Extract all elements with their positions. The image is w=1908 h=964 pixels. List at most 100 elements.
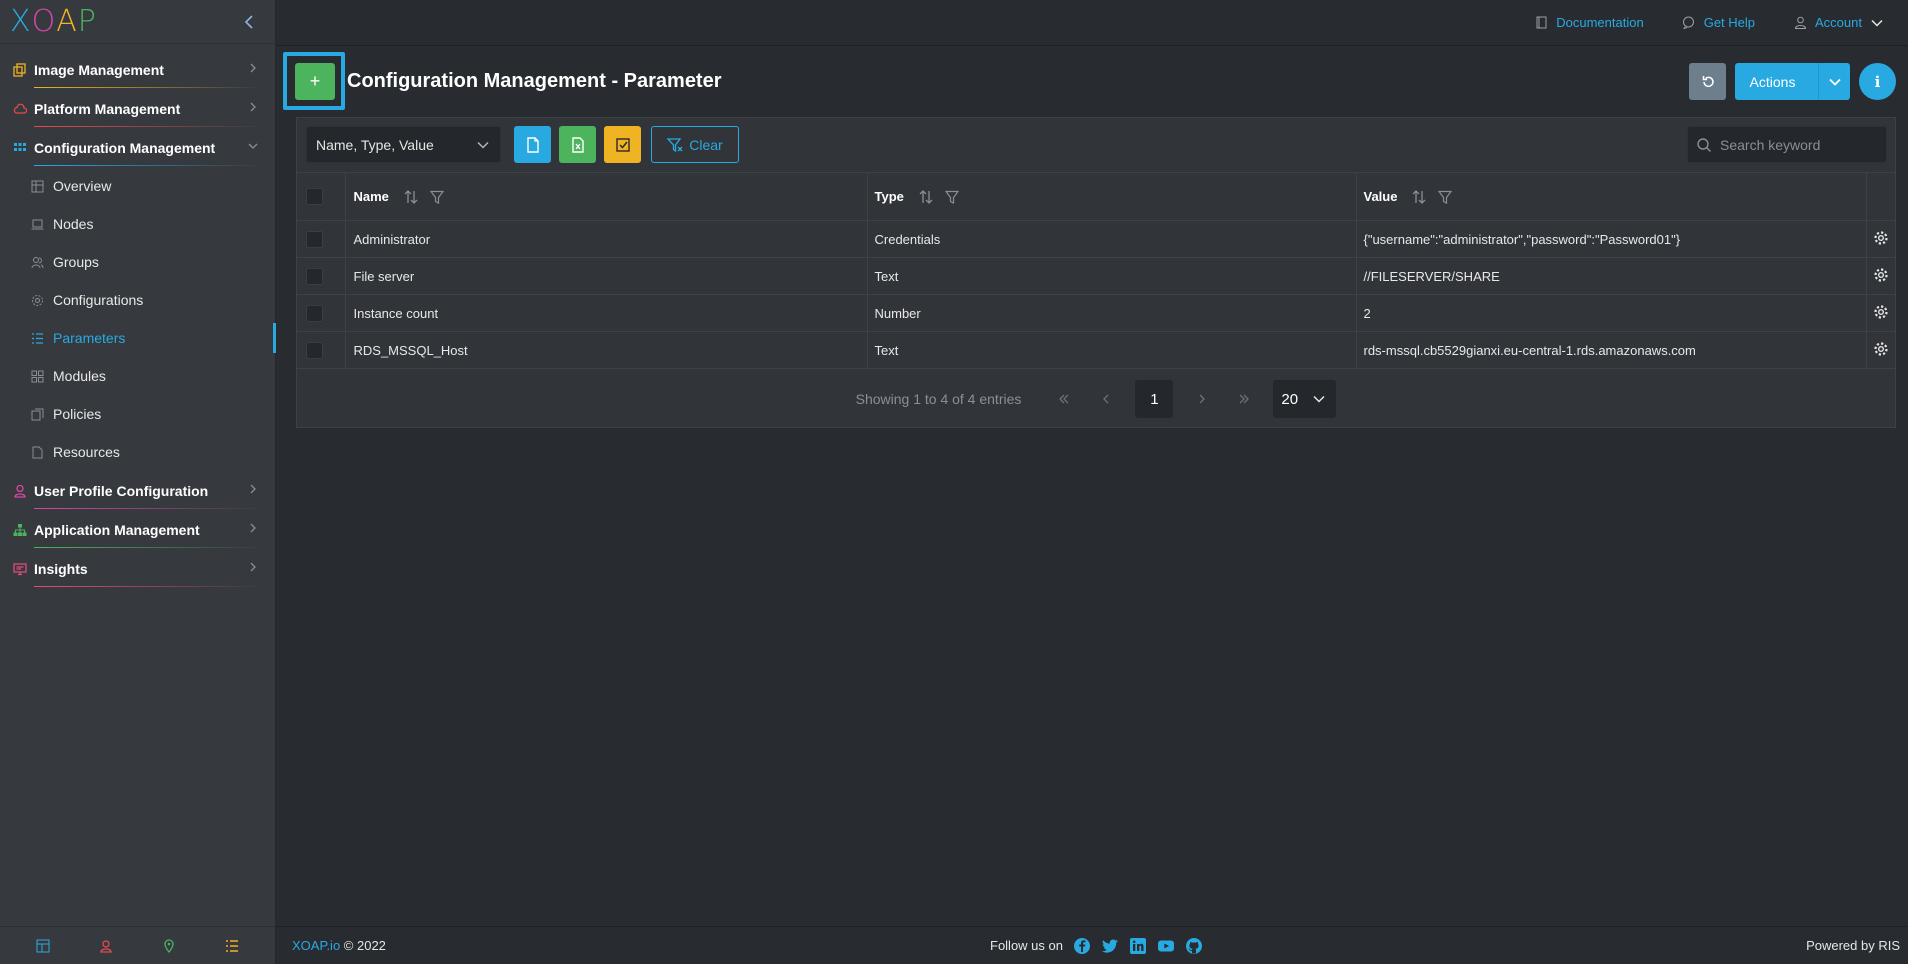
youtube-icon[interactable]: [1157, 937, 1175, 955]
get-help-link[interactable]: Get Help: [1682, 15, 1755, 30]
row-checkbox[interactable]: [306, 341, 323, 359]
powered-by: Powered by RIS: [1806, 938, 1900, 953]
github-icon[interactable]: [1185, 937, 1203, 955]
rows-per-page-select[interactable]: 20: [1273, 380, 1337, 418]
cell-name: RDS_MSSQL_Host: [345, 331, 868, 369]
nav-group-label: Configuration Management: [34, 139, 216, 156]
export-selection-button[interactable]: [604, 126, 641, 163]
row-checkbox[interactable]: [306, 304, 323, 322]
linkedin-icon[interactable]: [1129, 937, 1147, 955]
user-group-icon[interactable]: [98, 938, 114, 954]
cell-type: Text: [867, 331, 1357, 369]
collapse-sidebar-icon[interactable]: [239, 12, 259, 32]
dashboard-icon[interactable]: [35, 938, 51, 954]
first-page-icon[interactable]: [1048, 383, 1080, 415]
gear-icon[interactable]: [1873, 304, 1889, 320]
column-header-type[interactable]: Type: [867, 172, 1357, 221]
sort-icon[interactable]: [918, 189, 934, 205]
filter-clear-icon: [667, 137, 683, 152]
sidebar-item-configurations[interactable]: Configurations: [0, 281, 275, 319]
table-row[interactable]: Administrator Credentials {"username":"a…: [297, 220, 1895, 258]
account-label: Account: [1815, 15, 1862, 30]
add-parameter-button[interactable]: +: [295, 63, 335, 100]
column-select[interactable]: Name, Type, Value: [306, 126, 501, 163]
chevron-right-icon: [250, 63, 256, 73]
select-all-checkbox[interactable]: [306, 188, 323, 206]
table-row[interactable]: File server Text //FILESERVER/SHARE: [297, 257, 1895, 295]
book-icon: [1534, 16, 1548, 30]
parameters-table: Name Type Value Administrator Credential…: [297, 172, 1895, 369]
xoap-logo[interactable]: XOAP: [10, 6, 97, 37]
sort-icon[interactable]: [403, 189, 419, 205]
nav-group-application-management[interactable]: Application Management: [0, 510, 275, 549]
footer-brand-link[interactable]: XOAP.io: [292, 938, 340, 953]
column-header-name[interactable]: Name: [345, 172, 868, 221]
sidebar-item-parameters[interactable]: Parameters: [0, 319, 276, 357]
nav-group-platform-management[interactable]: Platform Management: [0, 89, 275, 128]
sidebar-item-policies[interactable]: Policies: [0, 395, 275, 433]
list-icon[interactable]: [224, 938, 240, 954]
excel-file-icon: [571, 136, 584, 153]
cell-value: //FILESERVER/SHARE: [1356, 257, 1867, 295]
row-checkbox[interactable]: [306, 267, 323, 285]
twitter-icon[interactable]: [1101, 937, 1119, 955]
last-page-icon[interactable]: [1228, 383, 1260, 415]
location-pin-icon[interactable]: [161, 938, 177, 954]
actions-button[interactable]: Actions: [1735, 63, 1850, 100]
chevron-right-icon: [250, 562, 256, 572]
nav-group-user-profile-configuration[interactable]: User Profile Configuration: [0, 471, 275, 510]
export-excel-button[interactable]: [559, 126, 596, 163]
facebook-icon[interactable]: [1073, 937, 1091, 955]
sidebar-item-groups[interactable]: Groups: [0, 243, 275, 281]
info-button[interactable]: i: [1859, 63, 1896, 100]
account-menu[interactable]: Account: [1793, 15, 1884, 30]
table-row[interactable]: Instance count Number 2: [297, 294, 1895, 332]
search-box: [1687, 126, 1887, 163]
sidebar-item-label: Resources: [53, 444, 120, 460]
sidebar-item-label: Parameters: [53, 330, 126, 346]
column-header-value[interactable]: Value: [1356, 172, 1867, 221]
table-row[interactable]: RDS_MSSQL_Host Text rds-mssql.cb5529gian…: [297, 331, 1895, 369]
sidebar-item-label: Configurations: [53, 292, 144, 308]
export-csv-button[interactable]: [514, 126, 551, 163]
sidebar-item-modules[interactable]: Modules: [0, 357, 275, 395]
nav-group-configuration-management[interactable]: Configuration Management: [0, 128, 275, 167]
copyright-text: © 2022: [340, 938, 386, 953]
select-all-cell: [297, 172, 346, 221]
documentation-link[interactable]: Documentation: [1534, 15, 1644, 30]
logo-row: XOAP: [0, 0, 275, 44]
gear-icon[interactable]: [1873, 341, 1889, 357]
chevron-down-icon: [248, 143, 258, 149]
row-select-cell: [297, 220, 346, 258]
next-page-icon[interactable]: [1186, 383, 1218, 415]
filter-icon[interactable]: [429, 189, 445, 205]
row-actions-cell: [1866, 331, 1895, 369]
page-button-current[interactable]: 1: [1135, 380, 1174, 418]
monitor-icon: [12, 561, 28, 577]
page-title: Configuration Management - Parameter: [347, 70, 722, 92]
table-header-row: Name Type Value: [297, 172, 1895, 221]
row-checkbox[interactable]: [306, 230, 323, 248]
nav-group-label: Platform Management: [34, 100, 181, 117]
grid-icon: [12, 140, 28, 156]
help-chat-icon: [1682, 16, 1696, 30]
filter-icon[interactable]: [944, 189, 960, 205]
sort-icon[interactable]: [1411, 189, 1427, 205]
nav-group-image-management[interactable]: Image Management: [0, 50, 275, 89]
chevron-down-icon[interactable]: [1818, 63, 1850, 100]
filter-icon[interactable]: [1437, 189, 1453, 205]
sidebar-item-overview[interactable]: Overview: [0, 167, 275, 205]
sidebar-item-label: Overview: [53, 178, 112, 194]
pagination-info: Showing 1 to 4 of 4 entries: [855, 391, 1022, 407]
clear-filters-button[interactable]: Clear: [651, 126, 739, 163]
gear-icon[interactable]: [1873, 267, 1889, 283]
refresh-button[interactable]: [1689, 63, 1726, 100]
sidebar-item-resources[interactable]: Resources: [0, 433, 275, 471]
nav-group-insights[interactable]: Insights: [0, 549, 275, 588]
chevron-down-icon: [1871, 19, 1883, 27]
search-input[interactable]: [1720, 136, 1870, 153]
file-icon: [526, 136, 539, 153]
gear-icon[interactable]: [1873, 230, 1889, 246]
previous-page-icon[interactable]: [1090, 383, 1122, 415]
sidebar-item-nodes[interactable]: Nodes: [0, 205, 275, 243]
